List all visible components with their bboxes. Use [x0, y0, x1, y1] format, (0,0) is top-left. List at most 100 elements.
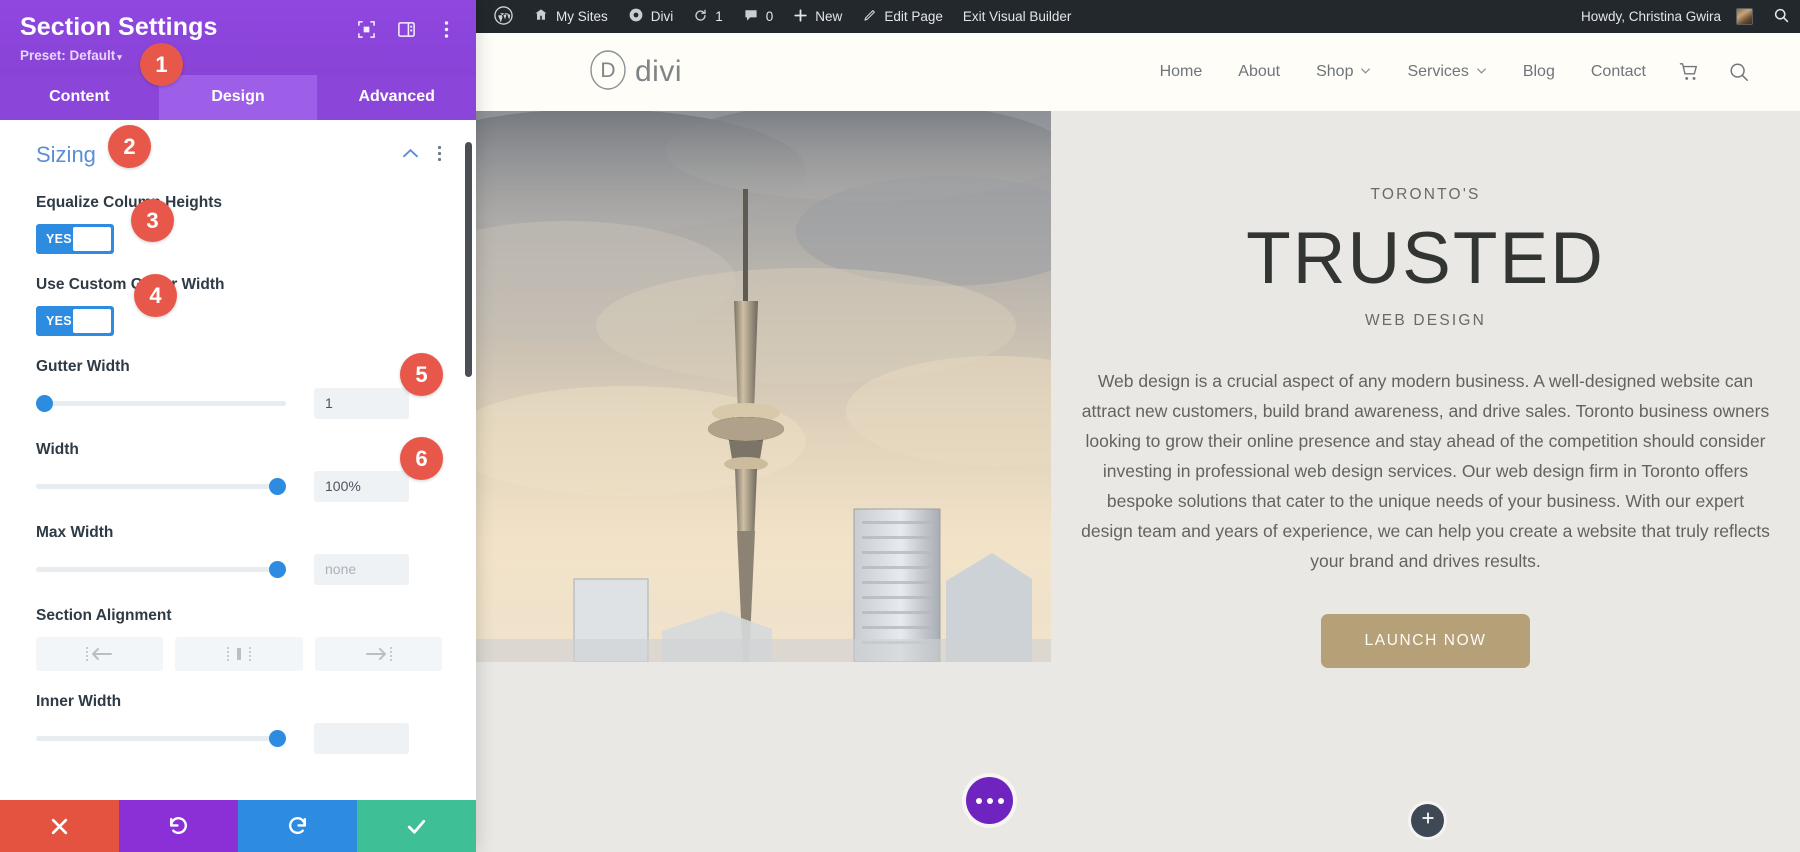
- step-badge-3: 3: [131, 199, 174, 242]
- updates-icon: [693, 8, 708, 26]
- slider-thumb[interactable]: [36, 395, 53, 412]
- field-label: Section Alignment: [36, 607, 442, 625]
- kebab-icon[interactable]: [436, 19, 456, 39]
- width-input[interactable]: [314, 471, 409, 502]
- preset-label: Preset: Default: [20, 48, 115, 63]
- wordpress-icon: [494, 6, 513, 28]
- admin-bar-new[interactable]: New: [783, 0, 852, 33]
- field-inner-width: Inner Width: [0, 693, 464, 754]
- layout-icon[interactable]: [396, 19, 416, 39]
- nav-item-shop[interactable]: Shop: [1298, 63, 1389, 81]
- hero-image: [476, 111, 1051, 662]
- screen: My Sites Divi 1 0: [0, 0, 1800, 852]
- inner-width-slider[interactable]: [36, 727, 286, 749]
- panel-scroll-content: Sizing Equalize Column Heights YES: [0, 120, 464, 801]
- slider-thumb[interactable]: [269, 730, 286, 747]
- check-icon: [405, 815, 428, 838]
- divi-logo-mark: D: [586, 48, 630, 97]
- admin-bar-edit-page[interactable]: Edit Page: [852, 0, 953, 33]
- hero-subline: WEB DESIGN: [1365, 312, 1486, 330]
- panel-tabs: Content Design Advanced: [0, 75, 476, 120]
- avatar: [1736, 8, 1753, 25]
- redo-button[interactable]: [238, 800, 357, 852]
- plus-icon: [1420, 810, 1436, 831]
- field-label: Width: [36, 441, 442, 459]
- search-icon[interactable]: [1714, 61, 1764, 83]
- nav-item-contact[interactable]: Contact: [1573, 63, 1664, 81]
- admin-bar-howdy[interactable]: Howdy, Christina Gwira: [1571, 0, 1763, 33]
- chevron-up-icon[interactable]: [402, 146, 419, 163]
- toggle-label: YES: [36, 232, 72, 246]
- svg-text:D: D: [600, 59, 615, 82]
- add-section-button[interactable]: [1411, 804, 1444, 837]
- sizing-section-title: Sizing: [36, 142, 96, 168]
- site-header: D divi Home About Shop Services: [476, 33, 1800, 111]
- nav-item-about[interactable]: About: [1220, 63, 1298, 81]
- panel-scrollbar[interactable]: [465, 142, 472, 377]
- tab-content[interactable]: Content: [0, 75, 159, 120]
- cancel-button[interactable]: [0, 800, 119, 852]
- undo-button[interactable]: [119, 800, 238, 852]
- section-settings-panel: Section Settings Preset: Default▾: [0, 0, 476, 852]
- admin-bar-label: Exit Visual Builder: [963, 9, 1072, 24]
- slider-thumb[interactable]: [269, 561, 286, 578]
- align-right-button[interactable]: [315, 637, 442, 671]
- admin-bar-label: Edit Page: [884, 9, 943, 24]
- field-use-custom-gutter-width: Use Custom Gutter Width YES: [0, 276, 464, 336]
- undo-icon: [167, 815, 190, 838]
- visual-builder-preview: My Sites Divi 1 0: [476, 0, 1800, 852]
- gutter-width-slider[interactable]: [36, 392, 286, 414]
- panel-header-icons: [356, 14, 456, 39]
- toggle-label: YES: [36, 314, 72, 328]
- panel-preset[interactable]: Preset: Default▾: [20, 48, 456, 63]
- tab-design[interactable]: Design: [159, 75, 318, 120]
- admin-bar-updates[interactable]: 1: [683, 0, 733, 33]
- cart-icon[interactable]: [1664, 61, 1714, 83]
- inner-width-input[interactable]: [314, 723, 409, 754]
- admin-bar-label: New: [815, 9, 842, 24]
- equalize-column-heights-toggle[interactable]: YES: [36, 224, 114, 254]
- step-badge-2: 2: [108, 125, 151, 168]
- admin-bar-exit-visual-builder[interactable]: Exit Visual Builder: [953, 0, 1082, 33]
- field-label: Use Custom Gutter Width: [36, 276, 442, 294]
- chevron-down-icon: [1476, 63, 1487, 81]
- admin-bar-divi[interactable]: Divi: [618, 0, 684, 33]
- nav-item-home[interactable]: Home: [1142, 63, 1221, 81]
- align-center-button[interactable]: [175, 637, 302, 671]
- slider-track: [36, 401, 286, 406]
- step-badge-4: 4: [134, 274, 177, 317]
- nav-label: Contact: [1591, 63, 1646, 81]
- page-settings-fab[interactable]: [966, 777, 1013, 824]
- site-logo[interactable]: D divi: [586, 48, 682, 97]
- save-button[interactable]: [357, 800, 476, 852]
- expand-icon[interactable]: [356, 19, 376, 39]
- hero-section: TORONTO'S TRUSTED WEB DESIGN Web design …: [476, 111, 1800, 852]
- panel-header: Section Settings Preset: Default▾: [0, 0, 476, 75]
- admin-bar-label: My Sites: [556, 9, 608, 24]
- admin-bar-wordpress-logo[interactable]: [484, 0, 523, 33]
- sites-icon: [533, 7, 549, 26]
- max-width-slider[interactable]: [36, 558, 286, 580]
- nav-label: Blog: [1523, 63, 1555, 81]
- admin-bar-search[interactable]: [1763, 0, 1800, 33]
- width-slider[interactable]: [36, 475, 286, 497]
- admin-bar-comments[interactable]: 0: [733, 0, 784, 33]
- nav-item-services[interactable]: Services: [1389, 63, 1504, 81]
- tab-advanced[interactable]: Advanced: [317, 75, 476, 120]
- admin-bar-my-sites[interactable]: My Sites: [523, 0, 618, 33]
- hero-headline: TRUSTED: [1246, 218, 1605, 300]
- gutter-width-input[interactable]: [314, 388, 409, 419]
- align-left-button[interactable]: [36, 637, 163, 671]
- max-width-input[interactable]: [314, 554, 409, 585]
- slider-thumb[interactable]: [269, 478, 286, 495]
- wordpress-admin-bar: My Sites Divi 1 0: [476, 0, 1800, 33]
- launch-now-button[interactable]: LAUNCH NOW: [1321, 614, 1531, 668]
- nav-item-blog[interactable]: Blog: [1505, 63, 1573, 81]
- panel-title: Section Settings: [20, 14, 356, 42]
- use-custom-gutter-width-toggle[interactable]: YES: [36, 306, 114, 336]
- site-logo-text: divi: [635, 55, 682, 89]
- sizing-section-header[interactable]: Sizing: [0, 120, 464, 172]
- howdy-label: Howdy, Christina Gwira: [1581, 9, 1721, 24]
- divi-icon: [628, 7, 644, 26]
- kebab-icon[interactable]: [437, 145, 442, 165]
